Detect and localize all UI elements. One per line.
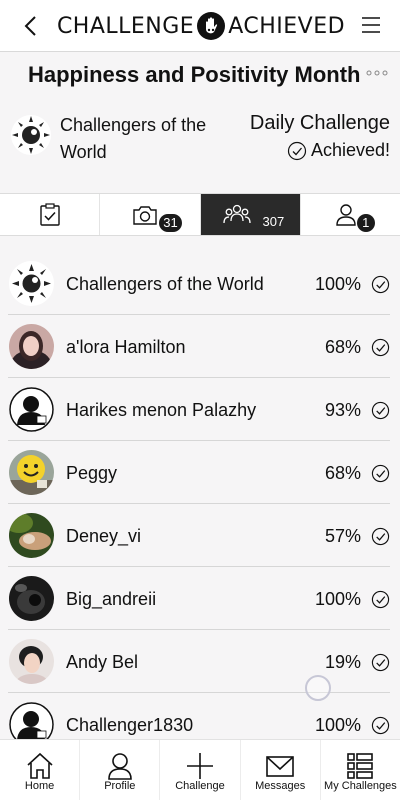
check-circle-icon xyxy=(371,464,390,483)
title-row: Happiness and Positivity Month xyxy=(0,52,400,98)
user-icon xyxy=(107,753,132,780)
tab-members[interactable]: 1 xyxy=(301,194,400,235)
participant-name: Deney_vi xyxy=(66,526,142,546)
chevron-left-icon xyxy=(24,16,36,36)
nav-home-label: Home xyxy=(24,780,55,792)
list-item[interactable]: Big_andreii 100% xyxy=(0,567,400,630)
envelope-icon xyxy=(266,756,295,777)
participant-name: Harikes menon Palazhy xyxy=(66,400,257,420)
list-item[interactable]: a'lora Hamilton 68% xyxy=(0,315,400,378)
group-name[interactable]: Challengers of the World xyxy=(60,112,220,166)
participant-list: Challengers of the World 100% a'lora Ham… xyxy=(0,252,400,756)
group-icon xyxy=(223,204,251,223)
avatar xyxy=(9,324,54,369)
check-circle-icon xyxy=(287,141,307,160)
nav-challenge[interactable]: Challenge xyxy=(160,740,241,800)
avatar xyxy=(9,450,54,495)
more-options-button[interactable] xyxy=(366,66,388,80)
participant-percent: 100% xyxy=(314,589,361,609)
participant-percent: 68% xyxy=(324,463,361,483)
nav-my-challenges[interactable]: My Challenges xyxy=(321,740,400,800)
participant-name: Andy Bel xyxy=(66,652,139,672)
hand-badge-icon xyxy=(197,12,226,40)
logo-text-left: CHALLENGE xyxy=(56,13,195,39)
user-icon xyxy=(336,203,357,226)
participant-percent: 93% xyxy=(324,400,361,420)
achieved-label: Achieved! xyxy=(310,140,390,160)
participant-percent: 68% xyxy=(324,337,361,357)
camera-icon xyxy=(133,205,157,225)
check-circle-icon xyxy=(371,338,390,357)
participants-count-badge: 307 xyxy=(262,214,285,229)
check-circle-icon xyxy=(371,653,390,672)
check-circle-icon xyxy=(371,275,390,294)
participant-percent: 57% xyxy=(324,526,361,546)
bottom-nav: Home Profile Challenge Messages My Chall… xyxy=(0,739,400,800)
group-logo-avatar[interactable] xyxy=(10,114,52,156)
avatar xyxy=(9,576,54,621)
nav-messages-label: Messages xyxy=(255,780,306,792)
participant-percent: 100% xyxy=(314,715,361,735)
tab-participants[interactable]: 307 xyxy=(200,194,301,235)
participant-name: Challenger1830 xyxy=(66,715,194,735)
avatar xyxy=(9,513,54,558)
home-icon xyxy=(27,752,53,779)
nav-profile[interactable]: Profile xyxy=(80,740,161,800)
plus-icon xyxy=(187,753,213,779)
achieved-status: Achieved! xyxy=(287,140,390,161)
check-circle-icon xyxy=(371,527,390,546)
top-bar: CHALLENGE ACHIEVED xyxy=(0,0,400,52)
list-item[interactable]: Deney_vi 57% xyxy=(0,504,400,567)
photos-count-badge: 31 xyxy=(159,214,182,232)
list-item[interactable]: Challengers of the World 100% xyxy=(0,252,400,315)
participant-percent: 19% xyxy=(324,652,361,672)
participant-percent: 100% xyxy=(314,274,361,294)
nav-challenge-label: Challenge xyxy=(175,780,225,792)
logo-text-right: ACHIEVED xyxy=(228,13,346,39)
menu-button[interactable] xyxy=(360,14,382,36)
tab-tasks[interactable] xyxy=(0,194,101,235)
tab-photos[interactable]: 31 xyxy=(100,194,201,235)
participant-name: Peggy xyxy=(66,463,118,483)
avatar xyxy=(9,639,54,684)
participant-name: Big_andreii xyxy=(66,589,157,609)
challenge-info: Challengers of the World Daily Challenge… xyxy=(0,98,400,194)
challenge-type-label: Daily Challenge xyxy=(249,112,390,134)
check-circle-icon xyxy=(371,590,390,609)
more-dots-icon xyxy=(366,70,388,76)
participant-name: a'lora Hamilton xyxy=(66,337,186,357)
challenge-tabs: 31 307 1 xyxy=(0,194,400,236)
back-button[interactable] xyxy=(16,12,44,40)
members-count-badge: 1 xyxy=(356,214,375,232)
check-circle-icon xyxy=(371,401,390,420)
avatar xyxy=(9,261,54,306)
list-item[interactable]: Peggy 68% xyxy=(0,441,400,504)
nav-my-challenges-label: My Challenges xyxy=(324,780,397,792)
list-icon xyxy=(347,753,374,779)
nav-messages[interactable]: Messages xyxy=(241,740,321,800)
nav-profile-label: Profile xyxy=(104,780,136,792)
page-title: Happiness and Positivity Month xyxy=(28,62,361,87)
app-logo[interactable]: CHALLENGE ACHIEVED xyxy=(57,10,345,42)
check-circle-icon xyxy=(371,716,390,735)
checklist-icon xyxy=(39,202,60,226)
touch-indicator xyxy=(305,675,331,701)
list-item[interactable]: Harikes menon Palazhy 93% xyxy=(0,378,400,441)
participant-name: Challengers of the World xyxy=(66,274,264,294)
avatar xyxy=(9,387,54,432)
nav-home[interactable]: Home xyxy=(0,740,81,800)
hamburger-icon xyxy=(362,17,380,33)
list-item[interactable]: Andy Bel 19% xyxy=(0,630,400,693)
